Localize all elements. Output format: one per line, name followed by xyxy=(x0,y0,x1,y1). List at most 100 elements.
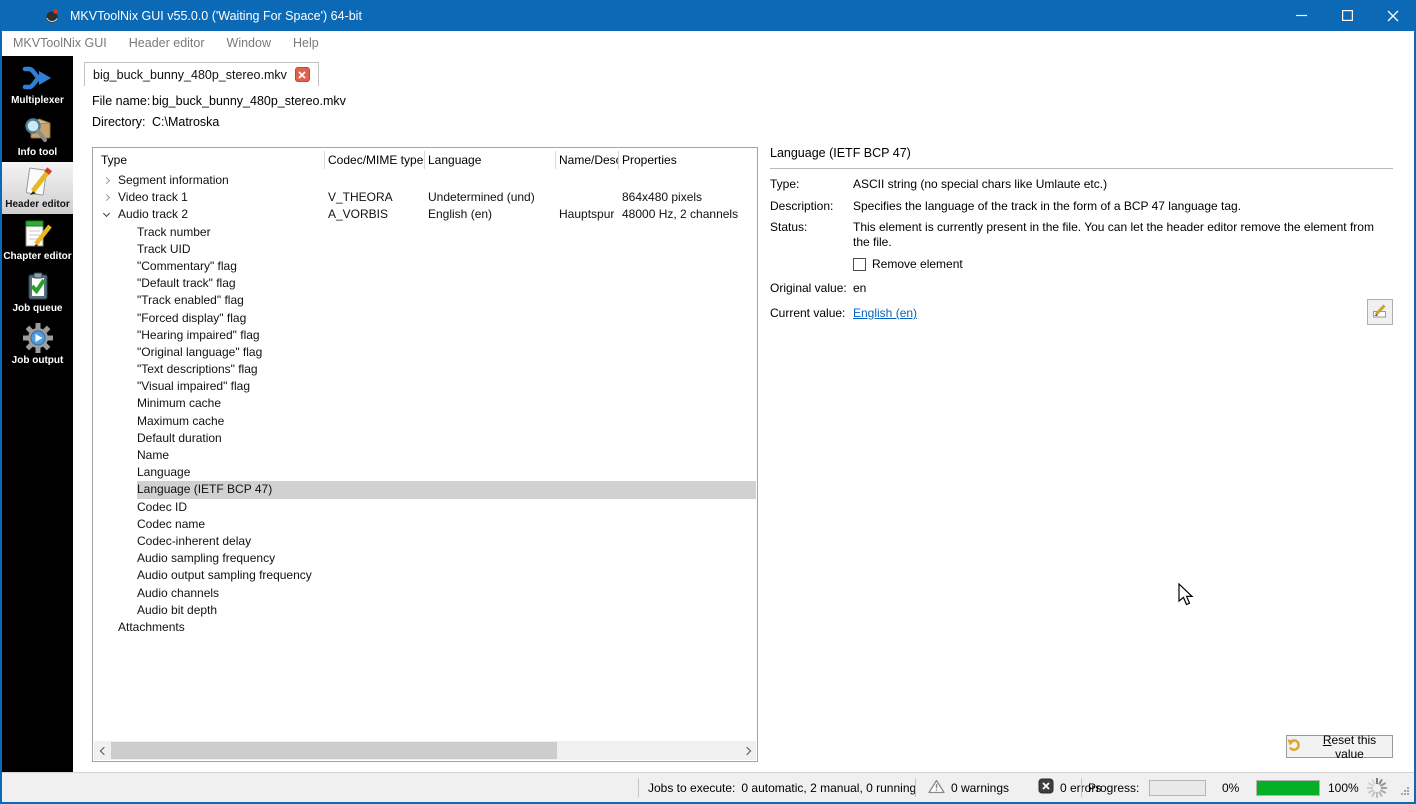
menu-item-mkvtoolnix-gui[interactable]: MKVToolNix GUI xyxy=(2,31,118,56)
cell-properties: 48000 Hz, 2 channels xyxy=(622,207,739,222)
tree-row-label: Codec-inherent delay xyxy=(137,533,252,548)
tree-row-video-track-1[interactable]: Video track 1 V_THEORA Undetermined (und) 8… xyxy=(93,189,757,206)
chapter-editor-icon xyxy=(22,218,54,250)
tree-row-name[interactable]: Name xyxy=(93,447,757,464)
tree-row-label: Track number xyxy=(137,224,211,239)
sidebar-item-chapter-editor[interactable]: Chapter editor xyxy=(2,214,73,266)
column-separator xyxy=(424,151,425,169)
sidebar-item-header-editor[interactable]: Header editor xyxy=(2,162,73,214)
sidebar-item-multiplexer[interactable]: Multiplexer xyxy=(2,58,73,110)
error-icon xyxy=(1038,778,1054,797)
tree-row-label: Language xyxy=(137,465,191,480)
column-separator xyxy=(324,151,325,169)
menu-item-window[interactable]: Window xyxy=(216,31,282,56)
tree-row-language[interactable]: Language xyxy=(93,464,757,481)
directory-value: C:\Matroska xyxy=(152,115,220,129)
tree-row-maximum-cache[interactable]: Maximum cache xyxy=(93,413,757,430)
window-title: MKVToolNix GUI v55.0.0 ('Waiting For Spa… xyxy=(70,8,362,23)
tree-row-label: "Commentary" flag xyxy=(137,258,237,273)
tree-row-text-descriptions-flag[interactable]: "Text descriptions" flag xyxy=(93,361,757,378)
tree-row-track-enabled-flag[interactable]: "Track enabled" flag xyxy=(93,292,757,309)
tree-row-label: Audio output sampling frequency xyxy=(137,568,312,583)
tree-row-label: Maximum cache xyxy=(137,413,225,428)
tree-body: Segment information Video track 1 V_THEORA… xyxy=(93,172,757,636)
tree-row-label: Language (IETF BCP 47) xyxy=(137,482,273,497)
total-progress-bar xyxy=(1256,780,1320,796)
sidebar-item-info-tool[interactable]: Info tool xyxy=(2,110,73,162)
tree-row-audio-output-sampling-frequency[interactable]: Audio output sampling frequency xyxy=(93,567,757,584)
edit-value-button[interactable] xyxy=(1367,299,1393,325)
menubar: MKVToolNix GUI Header editor Window Help xyxy=(2,31,1414,56)
description-label: Description: xyxy=(770,199,834,213)
tree-row-label: Audio bit depth xyxy=(137,602,218,617)
tree-row-minimum-cache[interactable]: Minimum cache xyxy=(93,395,757,412)
tree-row-segment-information[interactable]: Segment information xyxy=(93,172,757,189)
tree-row-audio-channels[interactable]: Audio channels xyxy=(93,585,757,602)
sidebar-item-job-queue[interactable]: Job queue xyxy=(2,266,73,318)
column-header-type[interactable]: Type xyxy=(101,148,320,172)
menu-item-header-editor[interactable]: Header editor xyxy=(118,31,216,56)
tab-file[interactable]: big_buck_bunny_480p_stereo.mkv xyxy=(84,62,319,86)
tree-row-label: Audio channels xyxy=(137,585,220,600)
tree-row-default-track-flag[interactable]: "Default track" flag xyxy=(93,275,757,292)
tree-row-label: Name xyxy=(137,448,170,462)
header-editor-icon xyxy=(22,166,54,198)
current-progress-bar xyxy=(1149,780,1206,796)
sidebar-item-job-output[interactable]: Job output xyxy=(2,318,73,370)
progress-label: Progress: xyxy=(1088,780,1140,795)
tree-row-track-number[interactable]: Track number xyxy=(93,224,757,241)
job-queue-icon xyxy=(22,270,54,302)
scroll-right-icon[interactable] xyxy=(739,741,756,760)
remove-element-checkbox[interactable] xyxy=(853,257,866,271)
remove-element-row: Remove element xyxy=(853,257,963,271)
scrollbar-thumb[interactable] xyxy=(111,742,557,759)
tree-row-codec-name[interactable]: Codec name xyxy=(93,516,757,533)
column-header-codec-mime-type[interactable]: Codec/MIME type xyxy=(328,148,424,172)
tree-row-default-duration[interactable]: Default duration xyxy=(93,430,757,447)
reset-value-button[interactable]: Reset this value xyxy=(1286,733,1393,761)
tree-row-hearing-impaired-flag[interactable]: "Hearing impaired" flag xyxy=(93,327,757,344)
app-icon xyxy=(44,8,60,24)
resize-grip[interactable] xyxy=(1400,785,1410,799)
tree-row-codec-id[interactable]: Codec ID xyxy=(93,499,757,516)
tree-row-attachments[interactable]: Attachments xyxy=(93,619,757,636)
tree-row-codec-inherent-delay[interactable]: Codec-inherent delay xyxy=(93,533,757,550)
tree-row-audio-track-2[interactable]: Audio track 2 A_VORBIS English (en) Hauptsp… xyxy=(93,206,757,223)
close-button[interactable] xyxy=(1370,0,1416,31)
chevron-right-icon[interactable] xyxy=(102,176,111,184)
tree-row-audio-bit-depth[interactable]: Audio bit depth xyxy=(93,602,757,619)
warnings-status[interactable]: 0 warnings xyxy=(928,773,1009,802)
tree-row-visual-impaired-flag[interactable]: "Visual impaired" flag xyxy=(93,378,757,395)
tree-row-language-ietf-bcp-47[interactable]: Language (IETF BCP 47) xyxy=(93,481,757,499)
tree-row-commentary-flag[interactable]: "Commentary" flag xyxy=(93,258,757,275)
minimize-button[interactable] xyxy=(1278,0,1324,31)
tree-row-original-language-flag[interactable]: "Original language" flag xyxy=(93,344,757,361)
column-header-name-desc[interactable]: Name/Desc xyxy=(559,148,618,172)
tree-row-label: "Track enabled" flag xyxy=(137,293,244,308)
column-header-language[interactable]: Language xyxy=(428,148,555,172)
tree-row-track-uid[interactable]: Track UID xyxy=(93,241,757,258)
sidebar-item-label: Chapter editor xyxy=(3,251,72,262)
chevron-right-icon[interactable] xyxy=(102,193,111,201)
tree-row-forced-display-flag[interactable]: "Forced display" flag xyxy=(93,310,757,327)
maximize-button[interactable] xyxy=(1324,0,1370,31)
progress-right-pct-group: 100% xyxy=(1328,773,1359,802)
details-separator xyxy=(770,168,1393,169)
chevron-down-icon[interactable] xyxy=(102,209,111,217)
tab-close-icon[interactable] xyxy=(294,67,310,82)
cell-name: Hauptspur xyxy=(559,207,615,222)
description-value: Specifies the language of the track in t… xyxy=(853,199,1242,213)
column-separator xyxy=(618,151,619,169)
tree-row-label: Video track 1 xyxy=(118,190,188,205)
horizontal-scrollbar[interactable] xyxy=(94,741,756,760)
status-value: This element is currently present in the… xyxy=(853,220,1374,249)
scroll-left-icon[interactable] xyxy=(94,741,111,760)
column-header-properties[interactable]: Properties xyxy=(622,148,755,172)
window-controls xyxy=(1278,0,1416,31)
file-name-label: File name: xyxy=(92,94,151,108)
info-tool-icon xyxy=(22,114,54,146)
menu-item-help[interactable]: Help xyxy=(282,31,330,56)
sidebar-item-label: Header editor xyxy=(5,199,70,210)
tree-row-audio-sampling-frequency[interactable]: Audio sampling frequency xyxy=(93,550,757,567)
current-value-link[interactable]: English (en) xyxy=(853,306,917,320)
